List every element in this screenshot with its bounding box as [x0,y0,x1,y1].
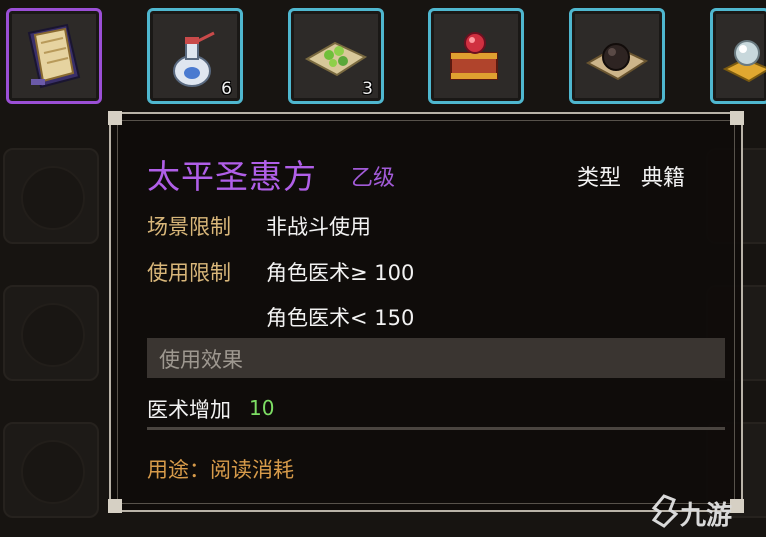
effect-header: 使用效果 [147,338,725,378]
effect-name: 医术增加 [147,398,231,422]
bg-slot[interactable] [3,285,99,381]
slot-ring [21,440,85,504]
slot-ring [21,166,85,230]
inventory-slot[interactable] [569,8,665,104]
use-limit-label: 使用限制 [147,261,231,285]
inventory-slot[interactable]: 6 [147,8,243,104]
effect-header-label: 使用效果 [159,348,243,372]
item-count: 6 [221,79,232,99]
item-count: 3 [362,79,373,99]
use-limit-value-min: 角色医术≥ 100 [266,261,415,285]
scene-limit-label: 场景限制 [147,215,231,239]
inventory-slot[interactable]: 3 [288,8,384,104]
type-value: 典籍 [641,166,686,191]
inventory-slot-selected[interactable] [6,8,102,104]
usage-text: 用途：阅读消耗 [147,458,294,482]
tooltip-corner [108,111,122,125]
tooltip-corner [108,499,122,513]
item-title: 太平圣惠方 [147,157,317,196]
tooltip-corner [730,111,744,125]
slot-ring [21,303,85,367]
item-grade: 乙级 [351,166,396,191]
crystal-ore-icon [722,40,766,83]
bg-slot[interactable] [3,148,99,244]
scene-limit-value: 非战斗使用 [266,215,371,239]
watermark: 九游 [680,501,733,531]
scroll-book-icon [27,23,81,89]
divider [147,427,725,430]
use-limit-value-max: 角色医术< 150 [266,306,415,330]
inventory-slot[interactable] [428,8,524,104]
tooltip-corner [730,499,744,513]
type-label: 类型 [577,166,622,191]
item-tooltip: 太平圣惠方 乙级 类型 典籍 场景限制 非战斗使用 使用限制 角色医术≥ 100… [108,111,744,513]
effect-value: 10 [249,396,275,420]
bg-slot[interactable] [3,422,99,518]
inventory-slot[interactable] [710,8,766,104]
black-pill-icon [585,43,649,81]
watermark-logo-icon [651,494,678,528]
treasure-chest-icon [450,32,498,80]
